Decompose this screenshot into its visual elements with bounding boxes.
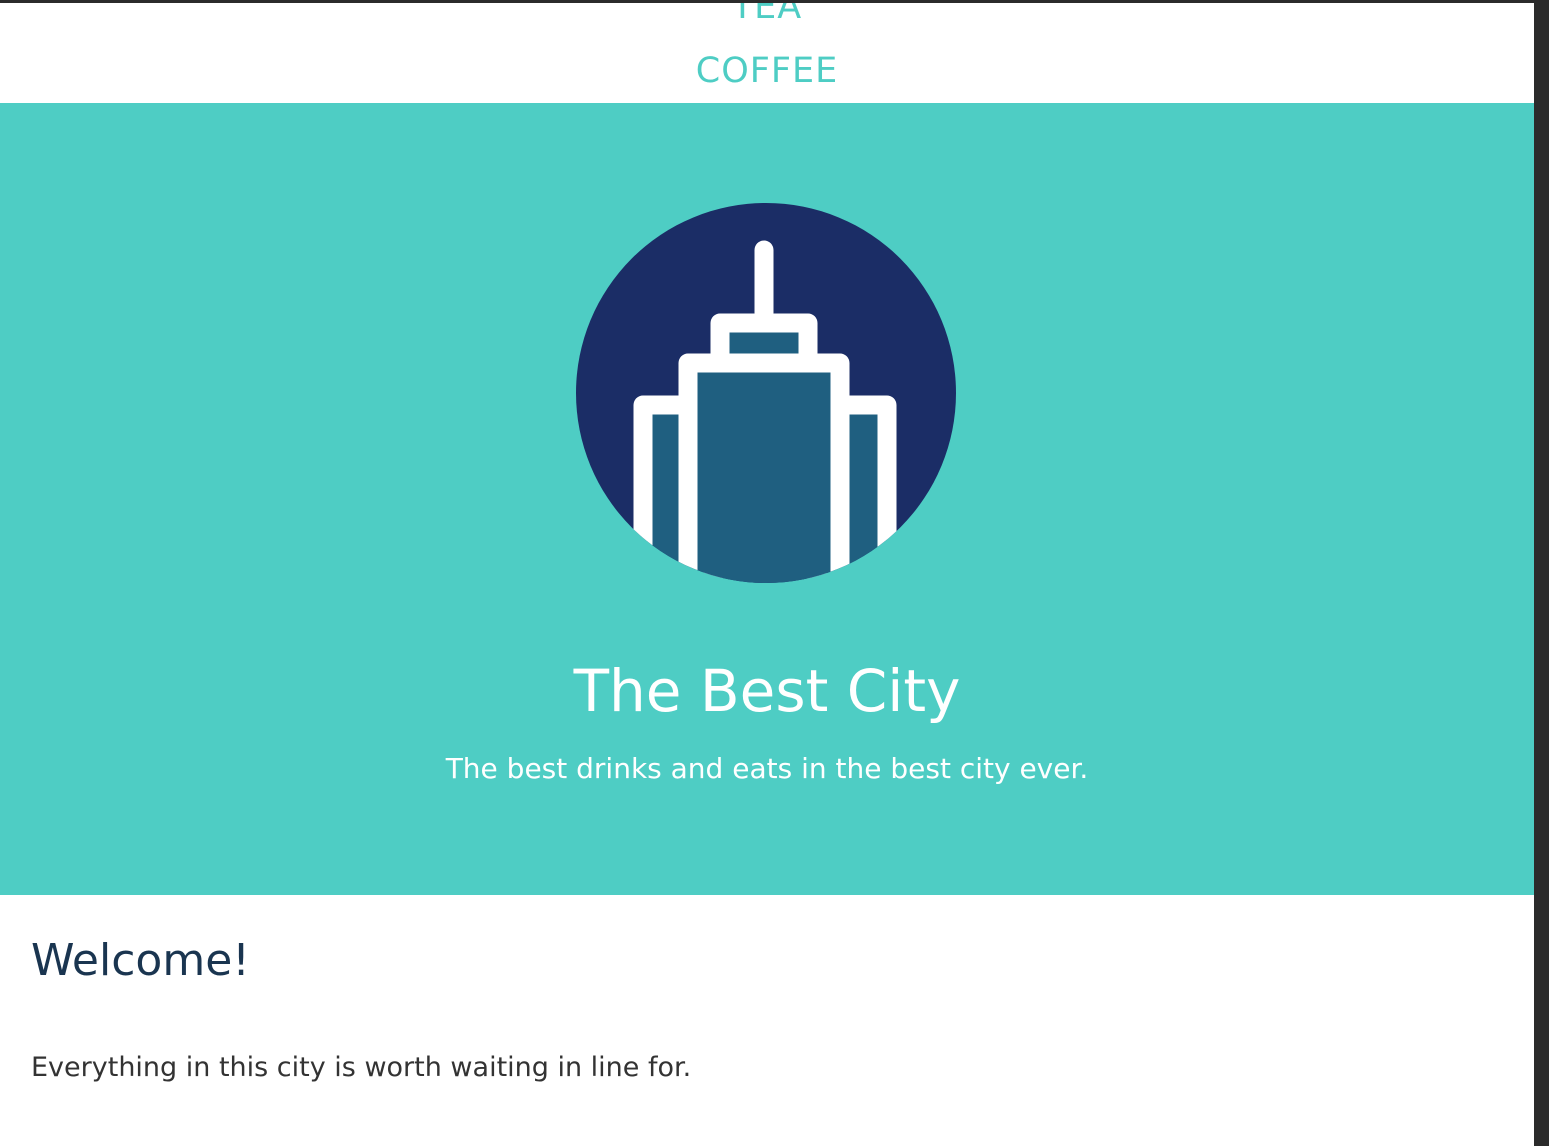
nav-link-coffee[interactable]: COFFEE xyxy=(0,51,1534,91)
top-nav: TEA COFFEE xyxy=(0,3,1534,103)
page: TEA COFFEE The Best City The best drinks… xyxy=(0,3,1534,1146)
welcome-heading: Welcome! xyxy=(31,935,250,986)
nav-link-tea[interactable]: TEA xyxy=(0,3,1534,27)
welcome-paragraph: Everything in this city is worth waiting… xyxy=(31,1052,692,1083)
hero-title: The Best City xyxy=(573,657,961,725)
skyscraper-icon xyxy=(576,203,956,583)
hero-subtitle: The best drinks and eats in the best cit… xyxy=(445,752,1089,785)
hero-banner: The Best City The best drinks and eats i… xyxy=(0,103,1534,895)
